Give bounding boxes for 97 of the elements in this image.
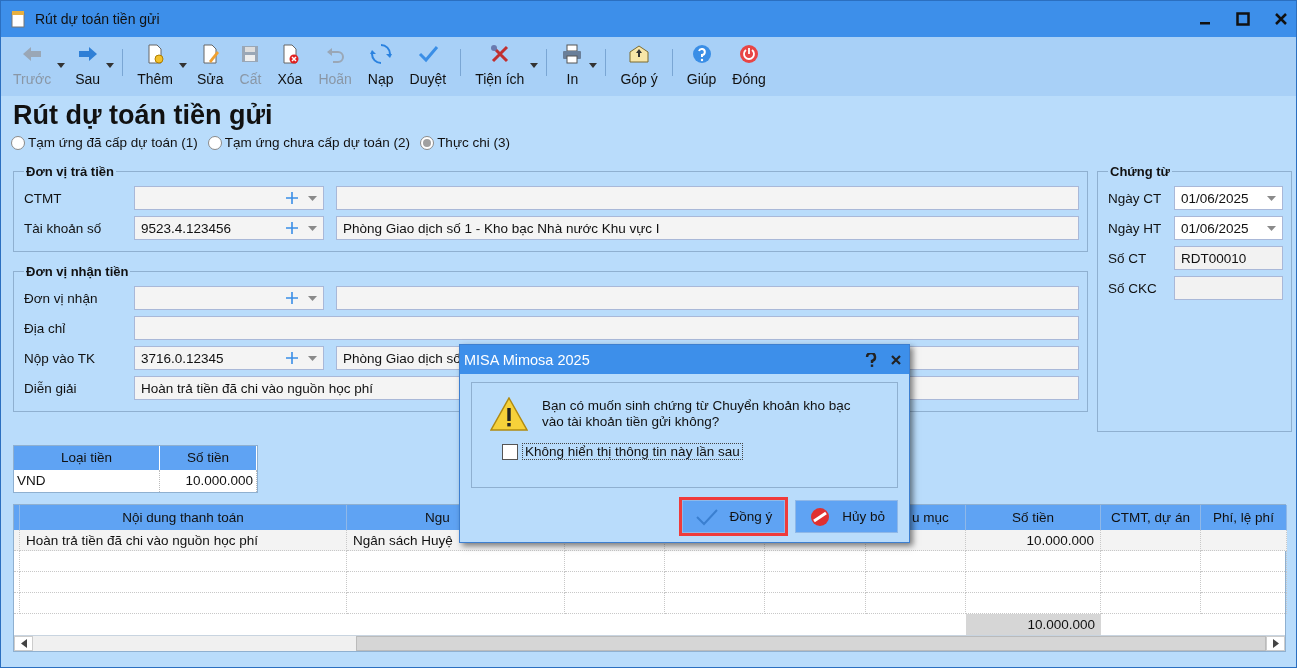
text-field[interactable] <box>134 316 1079 340</box>
row-indicator[interactable] <box>14 572 20 593</box>
toolbar-button[interactable]: In <box>553 41 600 96</box>
help-icon <box>690 43 713 65</box>
field-label: Số CT <box>1108 250 1148 266</box>
header-corner <box>14 505 20 530</box>
caret-icon <box>57 63 66 68</box>
ok-button[interactable]: Đồng ý <box>682 500 786 533</box>
toolbar-button[interactable]: Duyệt <box>401 41 455 96</box>
radio-option[interactable]: Thực chi (3) <box>420 135 510 150</box>
radio-button[interactable] <box>420 135 435 150</box>
field-label: Đơn vị nhận <box>24 290 99 306</box>
scroll-right-icon[interactable] <box>1272 639 1279 648</box>
combo-box[interactable] <box>134 186 324 210</box>
combo-box[interactable]: 01/06/2025 <box>1174 186 1283 210</box>
caret-icon <box>589 63 598 68</box>
toolbar-button[interactable]: Đóng <box>724 41 774 96</box>
plus-icon[interactable] <box>286 352 298 364</box>
combo-box[interactable]: 01/06/2025 <box>1174 216 1283 240</box>
column-header: CTMT, dự án <box>1101 505 1201 530</box>
column-header: Số tiền <box>966 505 1101 530</box>
text-field[interactable]: Phòng Giao dịch số 1 - Kho bạc Nhà nước Khu vực I <box>336 216 1079 240</box>
combo-box[interactable]: 3716.0.12345 <box>134 346 324 370</box>
caret-icon <box>106 63 115 68</box>
envelope-icon <box>628 43 651 65</box>
help-icon[interactable] <box>865 352 877 367</box>
column-header: Phí, lệ phí <box>1201 505 1287 530</box>
radio-button[interactable] <box>207 135 222 150</box>
field-label: Tài khoản số <box>24 220 103 236</box>
row-indicator[interactable] <box>14 593 20 614</box>
dialog-title: MISA Mimosa 2025 <box>464 351 591 368</box>
field-label: Ngày HT <box>1108 220 1163 236</box>
scroll-left-icon[interactable] <box>20 639 27 648</box>
toolbar-button[interactable]: Giúp <box>678 41 725 96</box>
table-cell: 10.000.000 <box>966 530 1101 551</box>
text-field[interactable] <box>336 286 1079 310</box>
checkmark-icon <box>416 43 439 65</box>
warning-icon <box>490 397 528 431</box>
radio-option[interactable]: Tạm ứng chưa cấp dự toán (2) <box>207 135 411 150</box>
dropdown-caret-icon[interactable] <box>308 355 317 361</box>
scroll-thumb[interactable] <box>356 636 1266 651</box>
field-label: CTMT <box>24 190 63 206</box>
field-label: Ngày CT <box>1108 190 1163 206</box>
group-title: Đơn vị trả tiền <box>25 164 115 179</box>
column-header: Nội dung thanh toán <box>20 505 347 530</box>
plus-icon[interactable] <box>286 292 298 304</box>
plus-icon[interactable] <box>286 192 298 204</box>
dropdown-caret-icon[interactable] <box>308 225 317 231</box>
radio-button[interactable] <box>11 135 25 150</box>
group-title: Chứng từ <box>1109 164 1171 179</box>
dropdown-caret-icon[interactable] <box>1267 225 1276 231</box>
dropdown-caret-icon[interactable] <box>1267 195 1276 201</box>
horizontal-scrollbar[interactable] <box>14 635 1285 651</box>
toolbar-button[interactable]: Thêm <box>129 41 189 96</box>
dropdown-caret-icon[interactable] <box>308 195 317 201</box>
text-field[interactable] <box>336 186 1079 210</box>
combo-box[interactable] <box>134 286 324 310</box>
table-cell: 10.000.000 <box>966 614 1101 635</box>
power-icon <box>738 43 761 65</box>
toolbar-button[interactable]: Sau <box>67 41 117 96</box>
table-cell: Hoàn trả tiền đã chi vào nguồn học phí <box>20 530 347 551</box>
printer-icon <box>561 43 584 65</box>
toolbar-button[interactable]: Tiện ích <box>467 41 541 96</box>
checkbox-label[interactable]: Không hiển thị thông tin này lần sau <box>522 443 743 460</box>
column-header: Loại tiền <box>14 446 160 470</box>
row-indicator[interactable] <box>14 551 20 572</box>
field-label: Diễn giải <box>24 380 78 396</box>
table-cell: VND <box>14 470 160 492</box>
close-icon[interactable] <box>1274 12 1288 26</box>
dialog-message: Bạn có muốn sinh chứng từ Chuyển khoản kho bạc vào tài khoản tiền gửi không? <box>542 398 852 430</box>
close-icon[interactable] <box>891 354 901 365</box>
caret-icon <box>178 63 187 68</box>
column-header: Số tiền <box>160 446 257 470</box>
refresh-icon <box>369 43 392 65</box>
toolbar-button[interactable]: Xóa <box>269 41 311 96</box>
plus-icon[interactable] <box>286 222 298 234</box>
caret-icon <box>530 63 539 68</box>
toolbar-button[interactable]: Góp ý <box>612 41 666 96</box>
group-title: Đơn vị nhận tiền <box>25 264 130 279</box>
field-label: Nộp vào TK <box>24 350 97 366</box>
maximize-icon[interactable] <box>1236 12 1250 26</box>
text-field[interactable]: RDT00010 <box>1174 246 1283 270</box>
toolbar-button[interactable]: Sửa <box>188 41 232 96</box>
tools-icon <box>488 43 511 65</box>
page-heading: Rút dự toán tiền gửi <box>13 100 274 131</box>
radio-option[interactable]: Tạm ứng đã cấp dự toán (1) <box>11 135 198 150</box>
text-field[interactable] <box>1174 276 1283 300</box>
window-title: Rút dự toán tiền gửi <box>35 11 161 27</box>
field-label: Địa chỉ <box>24 320 67 336</box>
toolbar-button[interactable]: Nạp <box>359 41 402 96</box>
field-label: Số CKC <box>1108 280 1158 296</box>
checkbox[interactable] <box>502 443 518 460</box>
cancel-button[interactable]: Hủy bỏ <box>795 500 898 533</box>
dropdown-caret-icon[interactable] <box>308 295 317 301</box>
table-cell: 10.000.000 <box>160 470 257 492</box>
notepad-icon <box>9 10 27 28</box>
combo-box[interactable]: 9523.4.123456 <box>134 216 324 240</box>
